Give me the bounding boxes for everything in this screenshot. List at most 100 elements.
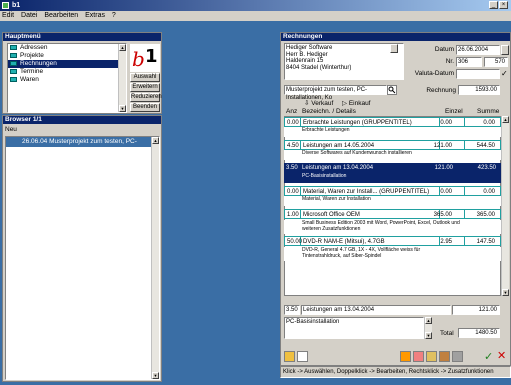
menubar: Edit Datei Bearbeiten Extras ? — [0, 11, 511, 21]
hauptmenu-item-adressen[interactable]: Adressen — [8, 44, 126, 52]
folder-icon — [10, 53, 17, 58]
print-icon[interactable] — [284, 351, 295, 362]
menu-edit[interactable]: Edit — [2, 12, 14, 19]
nr-field[interactable]: 306 — [456, 57, 482, 67]
folder-icon — [10, 45, 17, 50]
items-scrollbar[interactable]: ▲ ▼ — [501, 116, 509, 296]
edit-icon[interactable] — [413, 351, 424, 362]
col-anz-header: Anz — [286, 108, 298, 115]
nr-label: Nr. — [445, 58, 454, 65]
scroll-down-icon[interactable]: ▼ — [425, 332, 432, 339]
browser-new-button[interactable]: Neu — [5, 126, 17, 133]
rechnung-field: 1593.00 — [458, 85, 500, 95]
verkauf-arrow-icon: ⇩ — [304, 100, 310, 107]
table-row[interactable]: 50.00 DVD-R NAM-E (Mitsui), 4.7GB 2.95 1… — [284, 236, 501, 246]
valuta-field[interactable] — [456, 69, 500, 79]
einkauf-option[interactable]: ▷ Einkauf — [342, 99, 371, 107]
row-description: Material, Waren zur Installation — [284, 196, 501, 206]
auswahl-button[interactable]: Auswahl — [130, 73, 160, 82]
menu-datei[interactable]: Datei — [21, 12, 37, 19]
col-summe-header: Summe — [477, 108, 500, 115]
row-description: DVD-R, General 4.7 GB, 1X - 4X, Vollfläc… — [284, 247, 501, 261]
folder-open-icon[interactable] — [439, 351, 450, 362]
menu-help[interactable]: ? — [112, 12, 116, 19]
scroll-up-icon[interactable]: ▲ — [152, 137, 159, 144]
hauptmenu-title: Hauptmenü — [3, 33, 161, 41]
folder-icon — [10, 61, 17, 66]
ok-icon[interactable]: ✓ — [484, 350, 493, 363]
address-field[interactable]: Hediger Software Herr B. Hediger Haldenr… — [284, 43, 404, 80]
col-einzel-header: Einzel — [445, 108, 463, 115]
edit-einzel-field[interactable]: 121.00 — [452, 305, 500, 315]
check-icon[interactable]: ✓ — [501, 69, 509, 79]
address-lookup-button[interactable] — [390, 44, 398, 53]
total-label: Total — [440, 330, 454, 337]
scroll-down-icon[interactable]: ▼ — [502, 289, 509, 296]
valuta-label: Valuta-Datum — [414, 70, 454, 77]
browser-list: 26.06.04 Musterprojekt zum testen, PC- ▲… — [5, 136, 160, 380]
scroll-down-icon[interactable]: ▼ — [119, 105, 126, 112]
edit-bez-field[interactable]: Leistungen am 13.04.2004 — [301, 305, 451, 315]
svg-text:1: 1 — [145, 46, 158, 67]
hauptmenu-scrollbar[interactable]: ▲ ▼ — [118, 44, 126, 112]
edit-anz-field[interactable]: 3.50 — [284, 305, 300, 315]
rechnungen-title: Rechnungen — [281, 33, 510, 41]
table-row[interactable]: 4.50 Leistungen am 14.05.2004 121.00 544… — [284, 140, 501, 150]
table-row[interactable]: 0.00 Material, Waren zur Install... (GRU… — [284, 186, 501, 196]
browser-panel: Browser 1/1 Neu 26.06.04 Musterprojekt z… — [2, 115, 162, 382]
scroll-up-icon[interactable]: ▲ — [119, 44, 126, 51]
datum-label: Datum — [434, 46, 454, 53]
hauptmenu-item-rechnungen[interactable]: Rechnungen — [8, 60, 126, 68]
einkauf-arrow-icon: ▷ — [342, 100, 347, 107]
table-row[interactable]: 0.00 Erbrachte Leistungen (GRUPPENTITEL)… — [284, 117, 501, 127]
search-icon[interactable] — [387, 85, 397, 95]
scroll-up-icon[interactable]: ▲ — [425, 317, 432, 324]
reduzieren-button[interactable]: Reduzieren — [130, 93, 162, 102]
hauptmenu-item-termine[interactable]: Termine — [8, 68, 126, 76]
verkauf-option[interactable]: ⇩ Verkauf — [304, 99, 333, 107]
folder-icon — [10, 77, 17, 82]
browser-title: Browser 1/1 — [3, 116, 161, 124]
erweitern-button[interactable]: Erweitern — [130, 83, 160, 92]
total-field: 1480.50 — [458, 328, 500, 338]
info-icon[interactable] — [400, 351, 411, 362]
datum-picker-button[interactable] — [501, 45, 509, 55]
browser-item[interactable]: 26.06.04 Musterprojekt zum testen, PC- — [6, 137, 159, 147]
nr-extra-field[interactable]: 570 — [484, 57, 508, 67]
col-bez-header: Bezeichn. / Details — [302, 108, 356, 115]
minimize-icon[interactable]: _ — [489, 1, 498, 9]
row-description: PC-Basisinstallation — [284, 173, 501, 183]
datum-field[interactable]: 26.06.2004 — [456, 45, 500, 55]
printer-icon[interactable] — [452, 351, 463, 362]
beenden-button[interactable]: Beenden — [130, 103, 160, 112]
user-icon[interactable] — [297, 351, 308, 362]
table-row-selected[interactable]: 3.50 Leistungen am 13.04.2004 121.00 423… — [284, 163, 501, 173]
scroll-up-icon[interactable]: ▲ — [502, 116, 509, 123]
browser-scrollbar[interactable]: ▲ ▼ — [151, 137, 159, 379]
edit-desc-field[interactable]: PC-Basisinstallation — [284, 317, 424, 339]
window-titlebar: b1 — [0, 0, 511, 11]
project-field[interactable]: Musterprojekt zum testen, PC-Installatio… — [284, 85, 387, 101]
status-bar: Klick -> Auswählen, Doppelklick -> Bearb… — [280, 366, 511, 378]
table-row[interactable]: 1.00 Microsoft Office OEM 365.00 365.00 — [284, 209, 501, 219]
hauptmenu-panel: Hauptmenü Adressen Projekte Rechnungen T… — [2, 32, 162, 114]
app-icon — [2, 2, 9, 9]
menu-bearbeiten[interactable]: Bearbeiten — [44, 12, 78, 19]
svg-text:b: b — [132, 47, 145, 71]
cancel-icon[interactable]: ✕ — [497, 349, 506, 362]
scroll-down-icon[interactable]: ▼ — [152, 372, 159, 379]
close-icon[interactable]: × — [499, 1, 508, 9]
hauptmenu-item-projekte[interactable]: Projekte — [8, 52, 126, 60]
row-description: Erbrachte Leistungen — [284, 127, 501, 137]
rechnung-label: Rechnung — [426, 87, 456, 94]
folder-icon — [10, 69, 17, 74]
desc-scrollbar[interactable]: ▲ ▼ — [424, 317, 432, 339]
hauptmenu-item-waren[interactable]: Waren — [8, 76, 126, 84]
window-title: b1 — [12, 2, 21, 9]
b1-logo: b 1 — [130, 44, 160, 72]
hauptmenu-list: Adressen Projekte Rechnungen Termine War… — [7, 43, 127, 113]
row-description: Small Business Edition 2003 mit Word, Po… — [284, 220, 501, 234]
pencil-icon[interactable] — [426, 351, 437, 362]
menu-extras[interactable]: Extras — [85, 12, 105, 19]
row-description: Diverse Softwares auf Kundenwunsch insta… — [284, 150, 501, 160]
